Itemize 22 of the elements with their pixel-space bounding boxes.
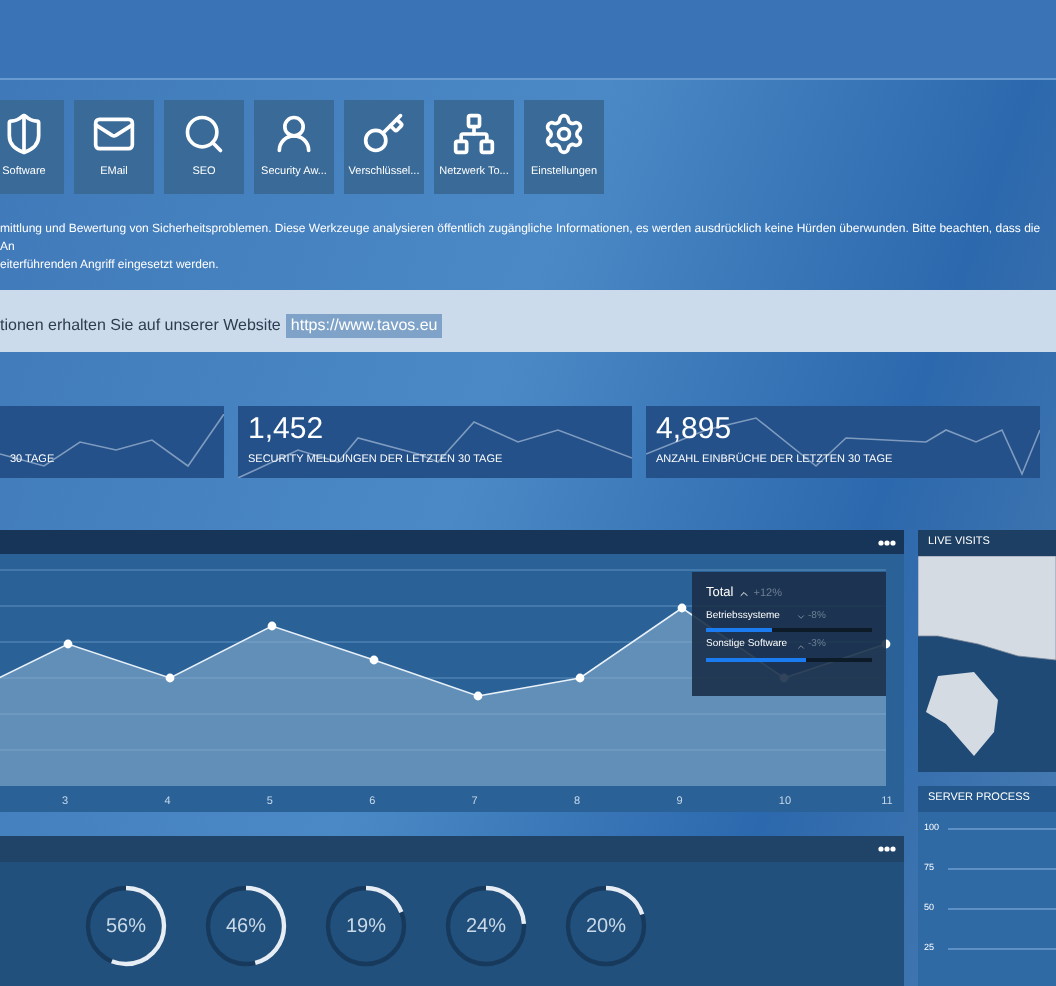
shield-icon bbox=[2, 112, 46, 157]
gauge-ring bbox=[202, 882, 290, 970]
gauge-ring bbox=[442, 882, 530, 970]
gauge-reading: 56% bbox=[105, 913, 146, 941]
stat-value: 1,452 bbox=[248, 414, 326, 446]
gauge-ring bbox=[82, 882, 170, 970]
info-text: tionen erhalten Sie auf unserer Website bbox=[0, 314, 281, 338]
search-icon bbox=[182, 112, 226, 157]
gauge-reading: 24% bbox=[465, 913, 506, 941]
key-icon bbox=[362, 112, 406, 157]
user-icon bbox=[272, 112, 316, 157]
more-icon[interactable] bbox=[878, 846, 896, 852]
gauge-ring bbox=[562, 882, 650, 970]
gauge-reading: 46% bbox=[225, 913, 266, 941]
more-icon[interactable] bbox=[878, 539, 896, 545]
stat-value: 4,895 bbox=[656, 414, 734, 446]
gauge-reading: 19% bbox=[345, 913, 386, 941]
network-icon bbox=[452, 112, 496, 157]
gauge-ring bbox=[322, 882, 410, 970]
gauge-reading: 20% bbox=[585, 913, 626, 941]
settings-icon bbox=[542, 112, 586, 157]
mail-icon bbox=[92, 112, 136, 157]
